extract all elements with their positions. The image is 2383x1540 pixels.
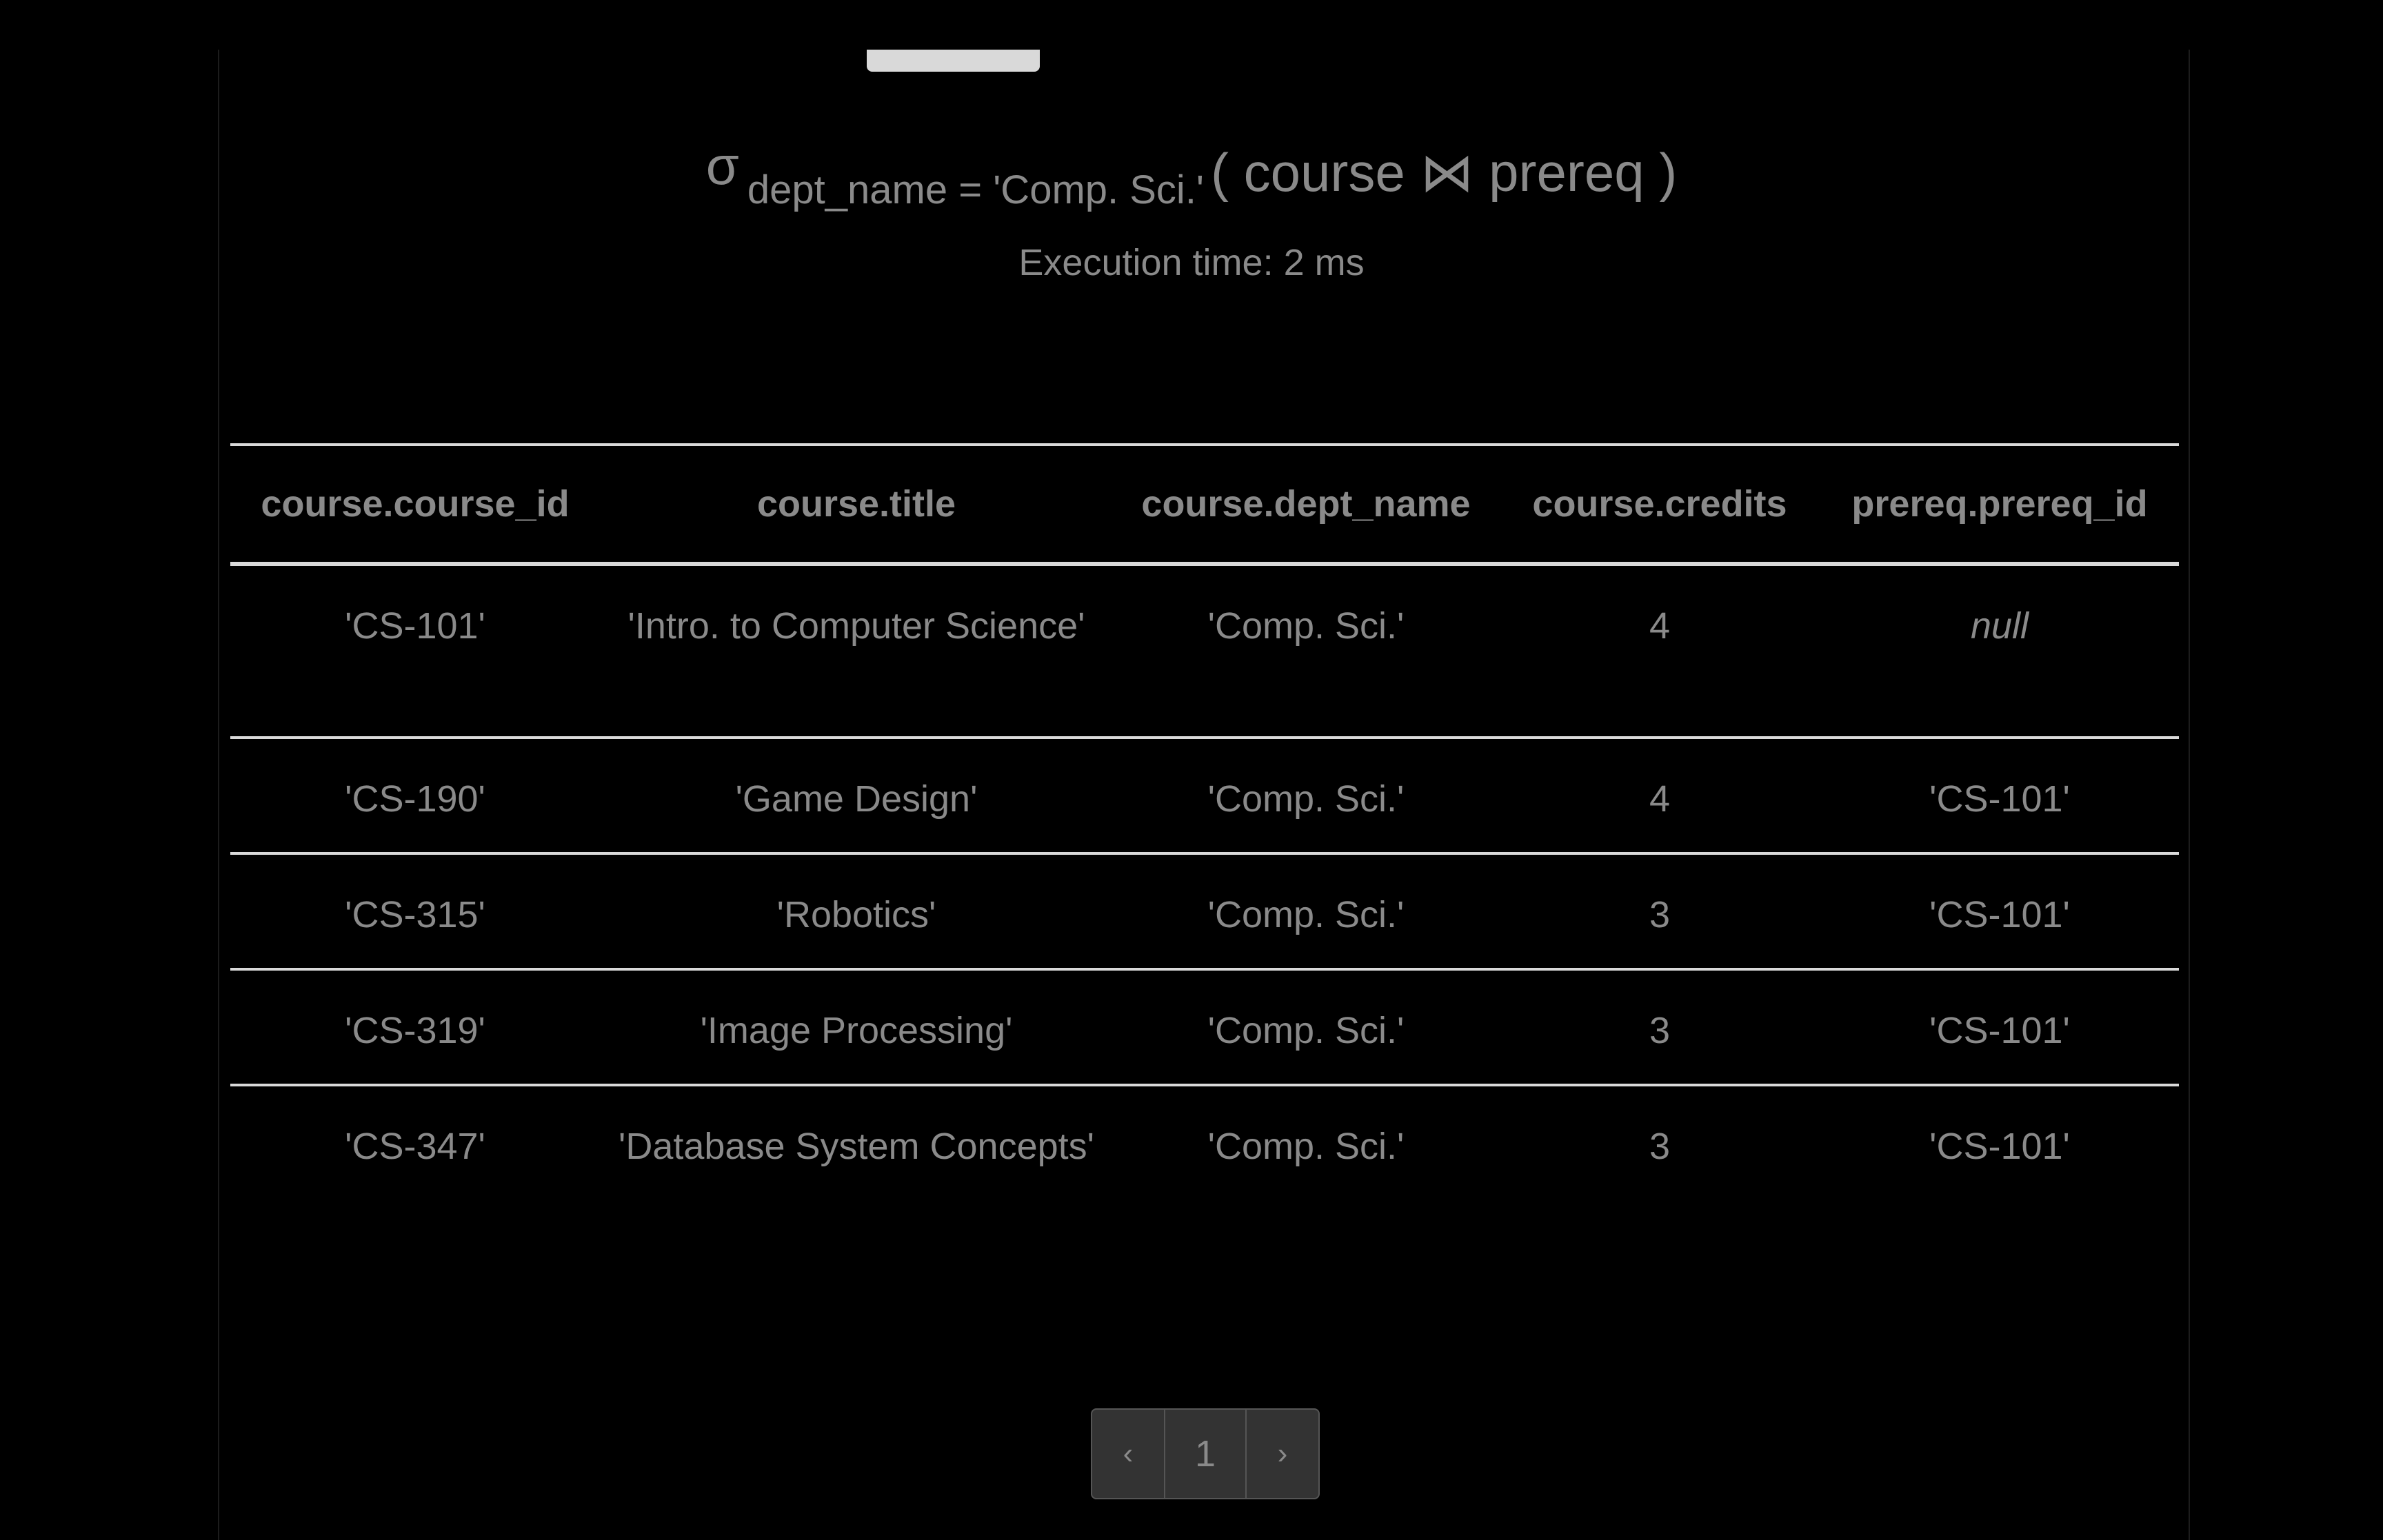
selection-condition: dept_name = 'Comp. Sci.' [747, 168, 1205, 212]
table-header-row: course.course_id course.title course.dep… [230, 443, 2179, 566]
table-cell: 'CS-190' [230, 738, 600, 855]
execution-time: Execution time: 2 ms [1018, 242, 1365, 283]
table-cell: 'CS-101' [1929, 1126, 2070, 1167]
table-row: 'CS-101' 'Intro. to Computer Science' 'C… [230, 564, 2179, 739]
table-cell: 'Comp. Sci.' [1113, 969, 1499, 1086]
table-cell: 'Robotics' [600, 853, 1113, 971]
table-cell: 'Intro. to Computer Science' [600, 564, 1113, 739]
table-cell: 'CS-101' [1820, 738, 2179, 855]
table-cell: 3 [1499, 969, 1820, 1086]
prev-page-button[interactable]: ‹ [1092, 1410, 1164, 1498]
selection-operator: σ [705, 135, 739, 196]
table-row: 'CS-315' 'Robotics' 'Comp. Sci.' 3 'CS-1… [230, 853, 2179, 971]
column-header[interactable]: course.dept_name [1113, 443, 1499, 566]
table-cell: 'Comp. Sci.' [1113, 853, 1499, 971]
table-cell: 'CS-101' [1820, 853, 2179, 971]
pagination: ‹ 1 › [1091, 1408, 1320, 1499]
column-header[interactable]: course.credits [1499, 443, 1820, 566]
relation-expression: ( course ⋈ prereq ) [1211, 142, 1678, 203]
table-cell: 'CS-101' [230, 564, 600, 739]
table-cell: 'Comp. Sci.' [1113, 738, 1499, 855]
table-cell: 'CS-315' [230, 853, 600, 971]
table-cell: 'CS-347' [345, 1126, 485, 1167]
page-1-button[interactable]: 1 [1164, 1410, 1247, 1498]
table-cell: 4 [1499, 564, 1820, 739]
table-row: 'CS-347' 'Database System Concepts' 'Com… [230, 1085, 2179, 1259]
table-cell: 'Image Processing' [600, 969, 1113, 1086]
table-cell: 'Comp. Sci.' [1207, 1126, 1405, 1167]
drag-handle[interactable] [867, 50, 1040, 72]
table-cell: null [1820, 564, 2179, 739]
table-cell: 3 [1649, 1126, 1671, 1167]
table-cell: 'Game Design' [600, 738, 1113, 855]
column-header[interactable]: course.course_id [230, 443, 600, 566]
column-header[interactable]: course.title [600, 443, 1113, 566]
table-cell: 'Database System Concepts' [619, 1126, 1094, 1167]
results-table: course.course_id course.title course.dep… [230, 443, 2179, 1259]
table-row: 'CS-190' 'Game Design' 'Comp. Sci.' 4 'C… [230, 738, 2179, 855]
table-row: 'CS-319' 'Image Processing' 'Comp. Sci.'… [230, 969, 2179, 1086]
column-header[interactable]: prereq.prereq_id [1820, 443, 2179, 566]
table-cell: 'CS-101' [1820, 969, 2179, 1086]
table-cell: 4 [1499, 738, 1820, 855]
next-page-button[interactable]: › [1247, 1410, 1318, 1498]
table-cell: 'CS-319' [230, 969, 600, 1086]
table-cell: 3 [1499, 853, 1820, 971]
query-expression: σ dept_name = 'Comp. Sci.'( course ⋈ prer… [0, 135, 2383, 212]
table-cell: 'Comp. Sci.' [1113, 564, 1499, 739]
